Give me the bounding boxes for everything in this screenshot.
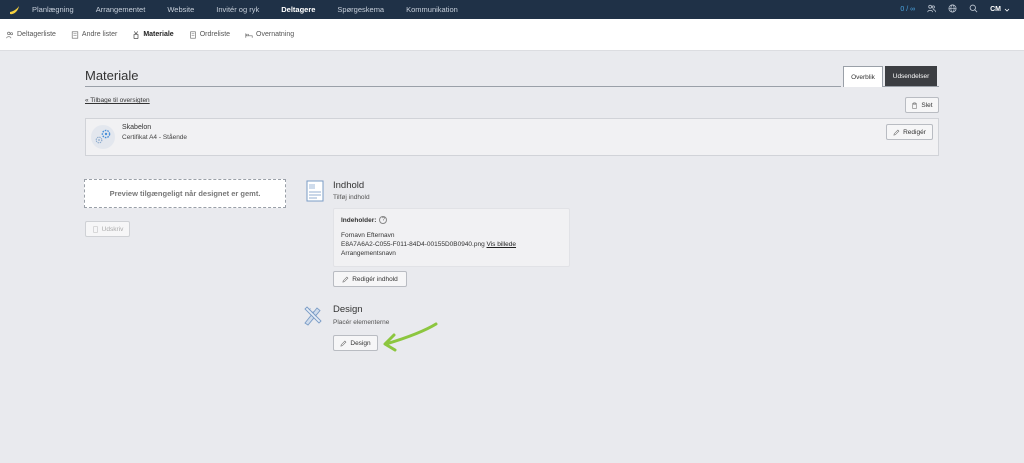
subnav-materiale[interactable]: Materiale [132, 30, 174, 39]
subnav-andre-lister[interactable]: Andre lister [71, 30, 118, 39]
template-title: Skabelon [122, 124, 152, 131]
print-label: Udskriv [101, 225, 124, 233]
subnav-ordreliste[interactable]: Ordreliste [189, 30, 231, 39]
pencil-icon [893, 129, 900, 135]
tab-udsendelser[interactable]: Udsendelser [885, 66, 937, 87]
nav-spoergeskema[interactable]: Spørgeskema [337, 5, 384, 14]
print-button[interactable]: Udskriv [85, 221, 130, 237]
list-icon [71, 30, 79, 39]
field-image: E8A7A6A2-C055-F011-84D4-00155D0B0940.png… [341, 241, 516, 248]
user-menu[interactable]: CM [990, 6, 1010, 13]
preview-placeholder: Preview tilgængeligt når designet er gem… [84, 179, 286, 208]
top-navigation: Planlægning Arrangementet Website Invité… [0, 0, 1024, 19]
template-subtitle: Certifikat A4 - Stående [122, 134, 188, 141]
content-document-icon [304, 180, 326, 202]
field-event-name: Arrangementsnavn [341, 250, 396, 257]
nav-kommunikation[interactable]: Kommunikation [406, 5, 458, 14]
design-button[interactable]: Design [333, 335, 378, 351]
divider [85, 86, 841, 87]
content-section-subtitle: Tilføj indhold [333, 194, 370, 201]
design-button-label: Design [350, 339, 371, 347]
gears-icon [90, 124, 116, 150]
back-to-overview-link[interactable]: « Tilbage til oversigten [85, 97, 150, 104]
delete-label: Slet [921, 101, 933, 109]
nav-arrangementet[interactable]: Arrangementet [96, 5, 146, 14]
document-icon [92, 225, 98, 233]
subnav-label: Overnatning [256, 31, 295, 38]
design-tools-icon [302, 304, 324, 326]
people-icon[interactable] [927, 4, 936, 15]
content-section-title: Indhold [333, 180, 365, 191]
edit-content-label: Redigér indhold [352, 275, 398, 283]
pencil-icon [340, 340, 347, 346]
globe-icon[interactable] [948, 4, 957, 15]
delete-button[interactable]: Slet [905, 97, 939, 113]
green-arrow-annotation [383, 322, 438, 352]
design-section-title: Design [333, 304, 363, 315]
subnav-deltagerliste[interactable]: Deltagerliste [6, 31, 56, 39]
field-name: Fornavn Efternavn [341, 232, 395, 239]
people-icon [6, 31, 13, 38]
page-title: Materiale [85, 68, 139, 83]
subnav-label: Ordreliste [199, 31, 231, 38]
trash-icon [912, 101, 918, 109]
view-image-link[interactable]: Vis billede [487, 241, 517, 248]
subnav-label: Andre lister [81, 31, 118, 38]
tab-overblik[interactable]: Overblik [843, 66, 883, 87]
topnav-right-group: 0 / ∞ CM [900, 0, 1010, 19]
nav-planlaegning[interactable]: Planlægning [32, 5, 74, 14]
pencil-icon [342, 276, 349, 282]
template-panel [85, 118, 939, 156]
contains-label-text: Indeholder: [341, 216, 377, 224]
subnav-overnatning[interactable]: Overnatning [245, 31, 294, 39]
search-icon[interactable] [969, 4, 978, 15]
bed-icon [245, 32, 253, 38]
contains-label: Indeholder: ? [341, 216, 388, 224]
chevron-down-icon [1004, 8, 1010, 12]
help-icon[interactable]: ? [379, 216, 388, 224]
document-icon [189, 30, 196, 39]
subnav-label: Deltagerliste [17, 31, 56, 38]
banana-logo-icon[interactable] [7, 3, 21, 17]
nav-website[interactable]: Website [167, 5, 194, 14]
edit-template-button[interactable]: Redigér [886, 124, 933, 140]
nav-inviter-og-ryk[interactable]: Invitér og ryk [216, 5, 259, 14]
divider [883, 86, 939, 87]
nav-deltagere[interactable]: Deltagere [281, 5, 315, 14]
subnav-label: Materiale [143, 31, 174, 38]
edit-label: Redigér [903, 128, 926, 136]
user-initials: CM [990, 6, 1001, 13]
lanyard-icon [134, 30, 139, 39]
sub-navigation: Deltagerliste Andre lister Materiale Ord… [0, 19, 1024, 51]
participant-counter: 0 / ∞ [900, 6, 916, 13]
field-image-filename: E8A7A6A2-C055-F011-84D4-00155D0B0940.png [341, 241, 485, 248]
edit-content-button[interactable]: Redigér indhold [333, 271, 407, 287]
